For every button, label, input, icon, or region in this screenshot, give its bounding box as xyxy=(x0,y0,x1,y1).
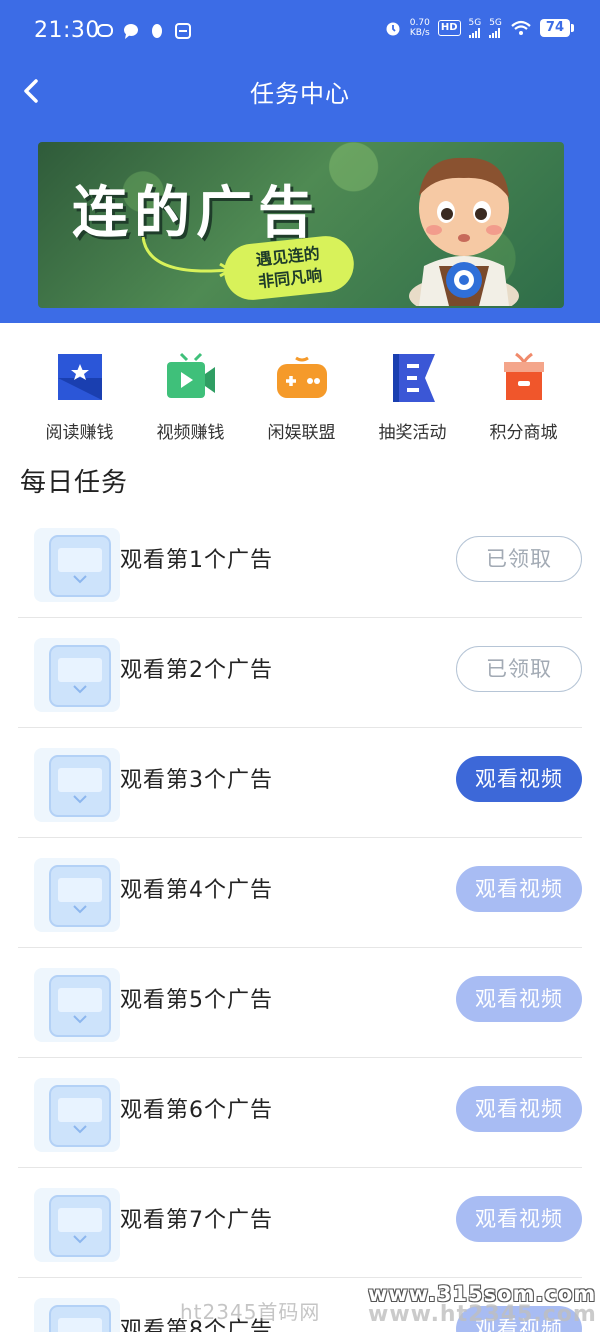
ad-video-thumbnail-icon xyxy=(34,858,120,932)
task-label: 观看第7个广告 xyxy=(120,1208,273,1233)
task-row: 观看第5个广告 观看视频 xyxy=(18,948,582,1058)
watch-video-button[interactable]: 观看视频 xyxy=(456,756,582,802)
task-row: 观看第3个广告 观看视频 xyxy=(18,728,582,838)
task-row: 观看第4个广告 观看视频 xyxy=(18,838,582,948)
watch-video-button[interactable]: 观看视频 xyxy=(456,1196,582,1242)
shortcut-leisure-alliance[interactable]: 闲娱联盟 xyxy=(246,350,357,450)
shortcut-points-mall[interactable]: 积分商城 xyxy=(468,350,579,450)
qq-penguin-icon xyxy=(152,24,162,38)
signal-bars-icon xyxy=(468,27,480,38)
shortcut-grid: 阅读赚钱 视频赚钱 闲娱联盟 抽奖活动 积分商城 xyxy=(0,350,600,450)
task-row: 观看第7个广告 观看视频 xyxy=(18,1168,582,1278)
shortcut-label: 抽奖活动 xyxy=(378,423,447,443)
task-label: 观看第6个广告 xyxy=(120,1098,273,1123)
net-speed-unit: KB/s xyxy=(409,28,430,38)
watermark-url-secondary: www.ht2345.com xyxy=(368,1302,597,1327)
ad-video-thumbnail-icon xyxy=(34,748,120,822)
task-label: 观看第2个广告 xyxy=(120,658,273,683)
shortcut-label: 闲娱联盟 xyxy=(267,423,336,443)
promo-banner[interactable]: 连的广告 遇见连的 非同凡响 xyxy=(38,142,564,308)
cartoon-character-illustration xyxy=(409,157,519,306)
claimed-button[interactable]: 已领取 xyxy=(456,536,582,582)
watch-video-button[interactable]: 观看视频 xyxy=(456,976,582,1022)
shortcut-label: 阅读赚钱 xyxy=(45,423,114,443)
shortcut-lottery[interactable]: 抽奖活动 xyxy=(357,350,468,450)
task-label: 观看第1个广告 xyxy=(120,548,273,573)
task-label: 观看第5个广告 xyxy=(120,988,273,1013)
net-speed: 0.70 KB/s xyxy=(410,18,430,38)
watch-video-button[interactable]: 观看视频 xyxy=(456,866,582,912)
inbox-icon xyxy=(175,23,191,39)
status-time: 21:30 xyxy=(34,18,100,43)
task-row: 观看第1个广告 已领取 xyxy=(18,508,582,618)
ad-video-thumbnail-icon xyxy=(34,1188,120,1262)
message-bubble-icon xyxy=(97,24,113,37)
shortcut-read-earn[interactable]: 阅读赚钱 xyxy=(24,350,135,450)
task-label: 观看第4个广告 xyxy=(120,878,273,903)
nav-bar: 任务中心 xyxy=(0,62,600,120)
task-list: 观看第1个广告 已领取 观看第2个广告 已领取 观看第3个广告 观看视频 观看第… xyxy=(0,508,600,1332)
flag-list-icon xyxy=(392,354,435,402)
bookmark-star-icon xyxy=(57,354,102,400)
signal-bars-icon xyxy=(489,27,501,38)
task-label: 观看第3个广告 xyxy=(120,768,273,793)
page-title: 任务中心 xyxy=(250,80,350,108)
gamepad-icon xyxy=(276,356,327,398)
claimed-button[interactable]: 已领取 xyxy=(456,646,582,692)
battery-indicator: 74 xyxy=(539,19,575,37)
status-indicators: 0.70 KB/s HD 5G 5G 74 xyxy=(384,17,575,38)
shortcut-label: 积分商城 xyxy=(489,423,558,443)
header: 21:30 0.70 KB/s HD 5G 5G 74 任务中心 连的广告 遇见… xyxy=(0,0,600,323)
chat-icon xyxy=(124,24,138,39)
wifi-icon xyxy=(511,20,531,35)
hd-badge: HD xyxy=(437,20,461,36)
alarm-clock-icon xyxy=(386,22,400,36)
ad-video-thumbnail-icon xyxy=(34,528,120,602)
sim2-label: 5G xyxy=(489,17,502,28)
shortcut-video-earn[interactable]: 视频赚钱 xyxy=(135,350,246,450)
notification-icons xyxy=(96,22,192,40)
watch-video-button[interactable]: 观看视频 xyxy=(456,1086,582,1132)
ad-video-thumbnail-icon xyxy=(34,638,120,712)
net-speed-value: 0.70 xyxy=(409,18,430,28)
sim1-label: 5G xyxy=(468,17,482,28)
status-bar: 21:30 0.70 KB/s HD 5G 5G 74 xyxy=(0,0,600,62)
watermark-text: ht2345首码网 xyxy=(180,1300,321,1324)
ad-video-thumbnail-icon xyxy=(34,968,120,1042)
signal-sim1: 5G xyxy=(468,17,482,38)
ad-video-thumbnail-icon xyxy=(34,1078,120,1152)
signal-sim2: 5G xyxy=(489,17,502,38)
video-camera-icon xyxy=(166,352,215,398)
shortcut-label: 视频赚钱 xyxy=(156,423,225,443)
section-title-daily-tasks: 每日任务 xyxy=(20,468,129,498)
gift-box-icon xyxy=(503,352,544,400)
task-row: 观看第6个广告 观看视频 xyxy=(18,1058,582,1168)
task-row: 观看第2个广告 已领取 xyxy=(18,618,582,728)
ad-video-thumbnail-icon xyxy=(34,1298,120,1332)
